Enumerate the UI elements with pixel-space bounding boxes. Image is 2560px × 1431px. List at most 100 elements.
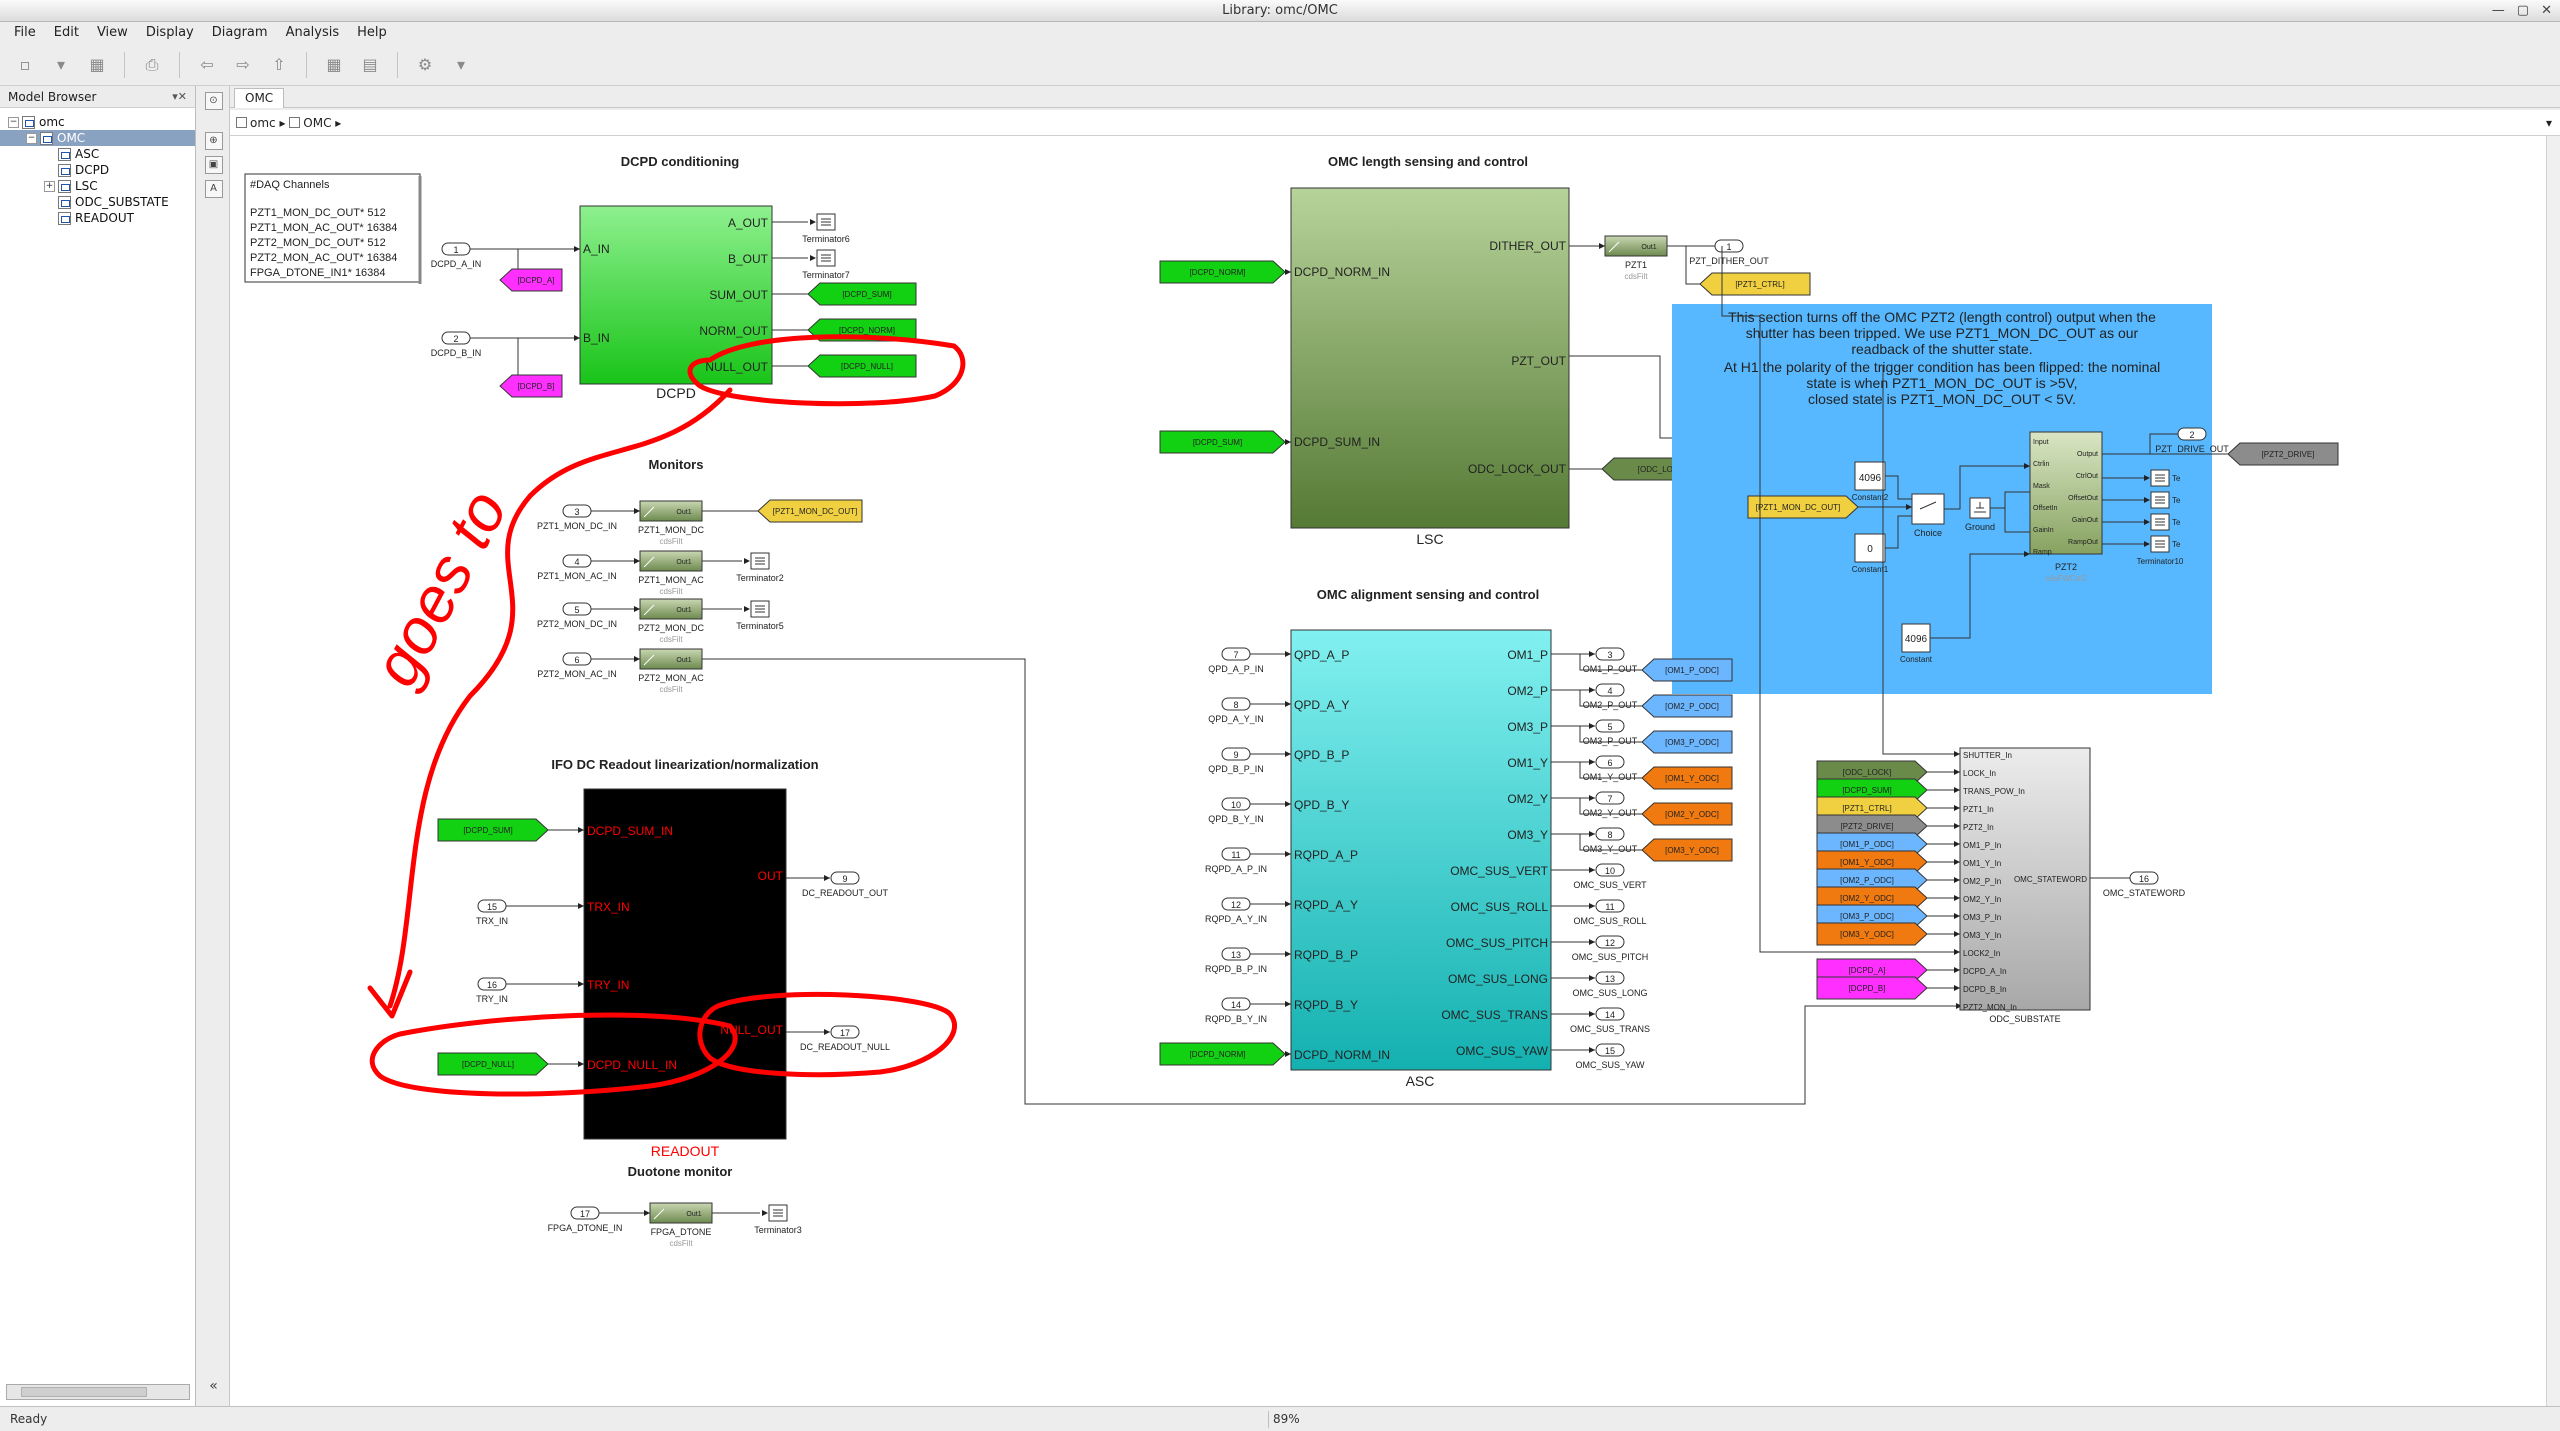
readout-input-1: TRX_IN: [587, 900, 630, 914]
group-title-omc-length: OMC length sensing and control: [1328, 154, 1528, 169]
monitor-filter-2-sublabel: cdsFilt: [659, 635, 683, 644]
hide-browser-icon[interactable]: ⊙: [204, 92, 223, 110]
asc-out-9-outport-number: 13: [1605, 974, 1615, 984]
monitor-filter-1-label: PZT1_MON_AC: [638, 575, 704, 585]
readout-out-outport-number: 9: [842, 874, 847, 884]
minimize-icon[interactable]: —: [2492, 3, 2505, 19]
pzt2-terminator-label-2: Te: [2172, 518, 2181, 527]
panel-menu-icon[interactable]: ▾✕: [172, 86, 187, 108]
asc-in-1-inport-number: 8: [1233, 700, 1238, 710]
tab-omc[interactable]: OMC: [234, 88, 285, 108]
readout-input-2: TRY_IN: [587, 978, 629, 992]
menu-display[interactable]: Display: [146, 22, 194, 44]
dcpd-output-2: SUM_OUT: [709, 288, 768, 302]
monitor-3-inport-label: PZT2_MON_AC_IN: [537, 669, 617, 679]
tree-expander-icon[interactable]: −: [26, 132, 37, 144]
tree-item-readout[interactable]: READOUT: [0, 210, 195, 226]
pzt2-out-4: RampOut: [2068, 539, 2098, 546]
readout-trx-inport-label: TRX_IN: [476, 916, 508, 926]
asc-in-2-inport-label: QPD_B_P_IN: [1208, 764, 1264, 774]
new-model-icon[interactable]: ▫: [12, 52, 38, 78]
menu-view[interactable]: View: [97, 22, 128, 44]
menu-diagram[interactable]: Diagram: [212, 22, 268, 44]
annotation-icon[interactable]: A: [204, 180, 223, 198]
signal-arrow: [634, 656, 640, 662]
signal-arrow: [824, 875, 830, 881]
lsc-output-lock: ODC_LOCK_OUT: [1468, 462, 1567, 476]
asc-block-label: ASC: [1406, 1073, 1435, 1089]
toolbar-separator: [306, 51, 307, 78]
collapse-panel-icon[interactable]: «: [205, 1378, 223, 1396]
zoom-in-icon[interactable]: ⊕: [204, 132, 223, 150]
up-arrow-icon[interactable]: ⇧: [266, 52, 292, 78]
breadcrumb-dropdown-icon[interactable]: ▾: [2546, 110, 2552, 136]
lsc-input-norm: DCPD_NORM_IN: [1294, 265, 1390, 279]
horizontal-scrollbar[interactable]: [6, 1384, 190, 1400]
print-icon[interactable]: ⎙: [139, 52, 165, 78]
library-browser-icon[interactable]: ▦: [321, 52, 347, 78]
dropdown-arrow-icon[interactable]: ▾: [448, 52, 474, 78]
tree-item-lsc[interactable]: + LSC: [0, 178, 195, 194]
tree-expander-icon[interactable]: +: [44, 180, 55, 192]
pzt2-in-1: Ctrlin: [2033, 461, 2049, 468]
vertical-scrollbar[interactable]: [2546, 136, 2560, 1406]
close-icon[interactable]: ✕: [2541, 3, 2552, 19]
pzt2-terminator-label-3: Te: [2172, 540, 2181, 549]
pzt2-out-3: GainOut: [2072, 517, 2098, 524]
signal-arrow: [1285, 439, 1291, 445]
signal-arrow: [574, 335, 580, 341]
save-icon[interactable]: ▦: [84, 52, 110, 78]
signal-arrow: [810, 219, 816, 225]
tag-odc-9-label: [OM3_Y_ODC]: [1840, 930, 1894, 939]
menu-help[interactable]: Help: [357, 22, 387, 44]
tree-item-omc[interactable]: − omc: [0, 114, 195, 130]
asc-in-7-inport-label: RQPD_B_Y_IN: [1205, 1014, 1267, 1024]
asc-input-1: QPD_A_Y: [1294, 698, 1349, 712]
ground-label: Ground: [1965, 522, 1995, 532]
menu-file[interactable]: File: [14, 22, 36, 44]
choice-switch-block[interactable]: [1911, 493, 1945, 525]
monitor-terminator-2-label: Terminator5: [736, 621, 784, 631]
asc-out-4-outport-number: 7: [1607, 794, 1612, 804]
annotation-line-6: closed state is PZT1_MON_DC_OUT < 5V.: [1808, 391, 2076, 407]
monitor-filter-0-label: PZT1_MON_DC: [638, 525, 705, 535]
dcpd-a-inport-label: DCPD_A_IN: [431, 259, 482, 269]
tree-item-dcpd[interactable]: DCPD: [0, 162, 195, 178]
tag-readout-sum-label: [DCPD_SUM]: [463, 826, 512, 835]
menu-analysis[interactable]: Analysis: [286, 22, 340, 44]
signal-arrow: [1285, 651, 1291, 657]
fit-to-view-icon[interactable]: ▣: [204, 156, 223, 174]
monitor-0-inport-label: PZT1_MON_DC_IN: [537, 521, 617, 531]
lsc-pzt1-filter-out-port: Out1: [1641, 244, 1656, 251]
dropdown-arrow-icon[interactable]: ▾: [48, 52, 74, 78]
scrollbar-thumb[interactable]: [21, 1387, 147, 1397]
tree-expander-icon[interactable]: −: [8, 116, 19, 128]
settings-icon[interactable]: ⚙: [412, 52, 438, 78]
model-explorer-icon[interactable]: ▤: [357, 52, 383, 78]
readout-block[interactable]: [583, 788, 787, 1140]
signal-arrow: [744, 606, 750, 612]
tree-item-asc[interactable]: ASC: [0, 146, 195, 162]
signal-arrow: [1954, 895, 1960, 901]
block-diagram[interactable]: DCPD conditioning OMC length sensing and …: [230, 136, 2546, 1406]
signal-arrow: [824, 1029, 830, 1035]
breadcrumb-child[interactable]: OMC: [303, 116, 331, 130]
back-arrow-icon[interactable]: ⇦: [194, 52, 220, 78]
signal-arrow: [1285, 269, 1291, 275]
breadcrumb-root[interactable]: omc: [250, 116, 276, 130]
signal-arrow: [1589, 867, 1595, 873]
diagram-canvas[interactable]: DCPD conditioning OMC length sensing and …: [230, 136, 2560, 1406]
asc-output-6: OMC_SUS_VERT: [1450, 864, 1548, 878]
tree-item-odc_substate[interactable]: ODC_SUBSTATE: [0, 194, 195, 210]
tree-item-omc[interactable]: − OMC: [0, 130, 195, 146]
annotation-line-3: readback of the shutter state.: [1851, 341, 2032, 357]
readout-input-3: DCPD_NULL_IN: [587, 1058, 677, 1072]
asc-out-6-outport-label: OMC_SUS_VERT: [1573, 880, 1647, 890]
forward-arrow-icon[interactable]: ⇨: [230, 52, 256, 78]
tag-dcpd-a-label: [DCPD_A]: [518, 276, 555, 285]
monitor-filter-0-out-port: Out1: [676, 509, 691, 516]
maximize-icon[interactable]: ▢: [2517, 3, 2529, 19]
signal-arrow: [1285, 951, 1291, 957]
signal-arrow: [578, 903, 584, 909]
menu-edit[interactable]: Edit: [54, 22, 79, 44]
